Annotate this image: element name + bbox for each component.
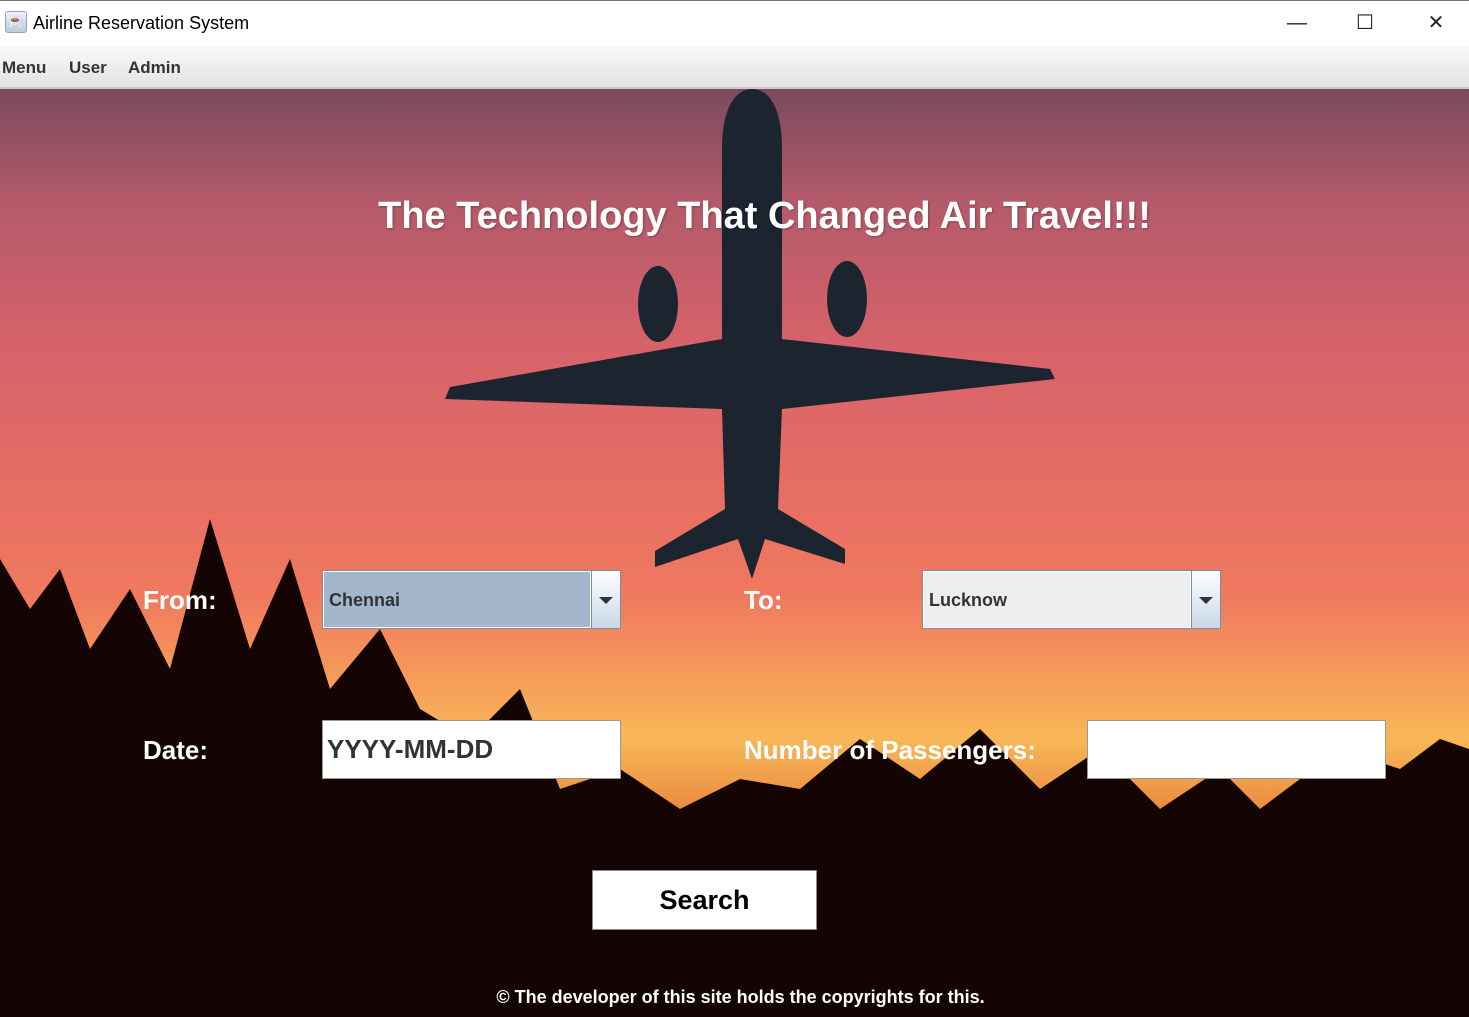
from-combo[interactable]: Chennai [322,570,621,629]
date-label: Date: [143,735,209,765]
to-combo[interactable]: Lucknow [922,570,1221,629]
to-combo-value: Lucknow [923,571,1191,628]
minimize-button[interactable]: — [1277,9,1317,37]
passengers-label: Number of Passengers: [744,735,1036,765]
background-image: The Technology That Changed Air Travel!!… [0,89,1469,1017]
search-button[interactable]: Search [592,870,817,930]
chevron-down-icon[interactable] [1191,571,1220,628]
close-button[interactable]: ✕ [1416,9,1456,37]
airplane-silhouette [445,89,1055,579]
copyright-footer: © The developer of this site holds the c… [496,987,985,1007]
title-bar: ☕ Airline Reservation System — ☐ ✕ [0,0,1469,46]
maximize-button[interactable]: ☐ [1345,9,1385,37]
java-cup-icon: ☕ [5,11,27,33]
menu-menu[interactable]: Menu [2,58,46,78]
passengers-input[interactable] [1087,720,1386,779]
from-combo-value: Chennai [323,571,591,628]
window-title: Airline Reservation System [33,13,250,33]
chevron-down-icon[interactable] [591,571,620,628]
headline: The Technology That Changed Air Travel!!… [378,195,1151,237]
menu-user[interactable]: User [69,58,107,78]
to-label: To: [744,585,783,615]
from-label: From: [143,585,217,615]
date-input[interactable]: YYYY-MM-DD [322,720,621,779]
menu-bar: Menu User Admin [0,46,1469,89]
menu-admin[interactable]: Admin [128,58,181,78]
